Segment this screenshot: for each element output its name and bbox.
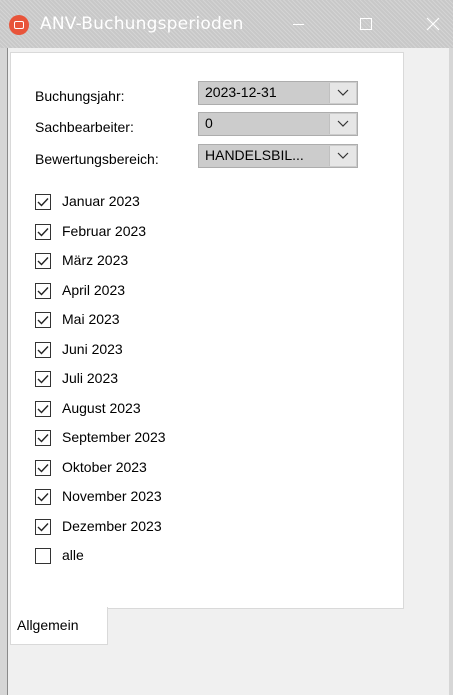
period-checkbox-label[interactable]: Dezember 2023 [62, 518, 162, 534]
minimize-icon [292, 23, 304, 25]
chevron-down-icon [337, 89, 349, 96]
tab-panel-allgemein: Buchungsjahr: 2023-12-31 Sachbearbeiter:… [10, 52, 404, 609]
chevron-down-icon [337, 152, 349, 159]
year-label: Buchungsjahr: [35, 88, 125, 104]
period-checkbox-label[interactable]: November 2023 [62, 488, 162, 504]
period-checkbox-label[interactable]: Juni 2023 [62, 341, 123, 357]
checkmark-icon [37, 346, 49, 355]
tab-allgemein-label: Allgemein [17, 617, 79, 633]
clerk-label: Sachbearbeiter: [35, 119, 134, 135]
year-dropdown-button[interactable] [329, 83, 356, 103]
period-checkbox-label[interactable]: alle [62, 547, 84, 563]
checkmark-icon [37, 523, 49, 532]
close-icon [426, 17, 440, 31]
clerk-value: 0 [205, 115, 213, 131]
area-value: HANDELSBIL... [205, 147, 304, 163]
period-checkbox-label[interactable]: August 2023 [62, 400, 141, 416]
checkmark-icon [37, 375, 49, 384]
window-frame-left [0, 48, 8, 695]
period-checkbox[interactable] [35, 224, 51, 240]
period-checkbox[interactable] [35, 253, 51, 269]
area-dropdown-button[interactable] [329, 146, 356, 166]
title-bar[interactable]: ANV-Buchungsperioden [0, 0, 453, 48]
area-label: Bewertungsbereich: [35, 151, 159, 167]
clerk-combobox[interactable]: 0 [198, 112, 358, 136]
tab-allgemein[interactable]: Allgemein [10, 607, 108, 645]
checkmark-icon [37, 493, 49, 502]
app-icon[interactable] [9, 15, 29, 35]
clerk-dropdown-button[interactable] [329, 114, 356, 134]
close-button[interactable] [411, 0, 453, 48]
period-checkbox[interactable] [35, 489, 51, 505]
period-checkbox[interactable] [35, 430, 51, 446]
checkmark-icon [37, 464, 49, 473]
checkmark-icon [37, 198, 49, 207]
period-checkbox-label[interactable]: September 2023 [62, 429, 166, 445]
period-checkbox-label[interactable]: Mai 2023 [62, 311, 120, 327]
period-checkbox-label[interactable]: Juli 2023 [62, 370, 118, 386]
period-checkbox-label[interactable]: April 2023 [62, 282, 125, 298]
window-frame-right [449, 48, 453, 695]
checkmark-icon [37, 405, 49, 414]
period-checkbox[interactable] [35, 283, 51, 299]
period-checkbox[interactable] [35, 312, 51, 328]
period-checkbox[interactable] [35, 519, 51, 535]
period-checkbox-label[interactable]: Oktober 2023 [62, 459, 147, 475]
period-checkbox[interactable] [35, 460, 51, 476]
period-checkbox[interactable] [35, 401, 51, 417]
maximize-icon [360, 18, 372, 30]
period-checkbox[interactable] [35, 548, 51, 564]
checkmark-icon [37, 434, 49, 443]
checkmark-icon [37, 287, 49, 296]
chevron-down-icon [337, 120, 349, 127]
maximize-button[interactable] [344, 0, 388, 48]
checkmark-icon [37, 316, 49, 325]
period-checkbox[interactable] [35, 342, 51, 358]
period-checkbox-label[interactable]: März 2023 [62, 252, 128, 268]
checkmark-icon [37, 257, 49, 266]
checkmark-icon [37, 228, 49, 237]
window-title: ANV-Buchungsperioden [40, 14, 244, 34]
year-value: 2023-12-31 [205, 84, 277, 100]
area-combobox[interactable]: HANDELSBIL... [198, 144, 358, 168]
period-checkbox-label[interactable]: Januar 2023 [62, 193, 140, 209]
period-checkbox[interactable] [35, 371, 51, 387]
year-combobox[interactable]: 2023-12-31 [198, 81, 358, 105]
period-checkbox[interactable] [35, 194, 51, 210]
minimize-button[interactable] [276, 0, 320, 48]
period-checkbox-label[interactable]: Februar 2023 [62, 223, 146, 239]
